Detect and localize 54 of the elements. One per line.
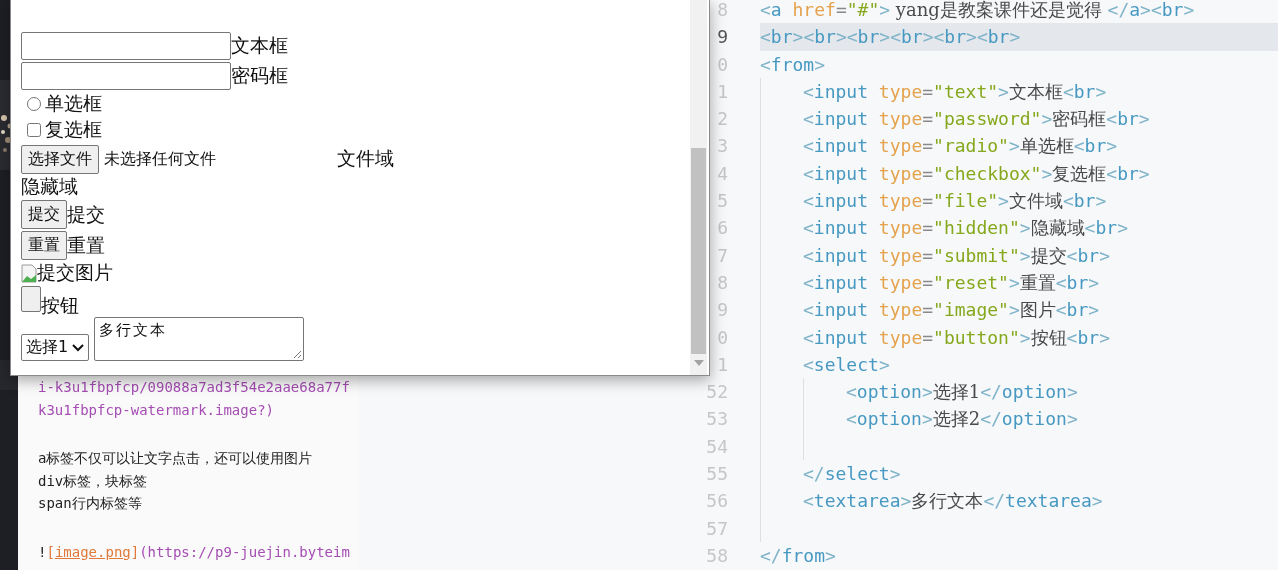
markdown-line: i-k3u1fbpfcp/09088a7ad3f54e2aae68a77f (38, 378, 350, 397)
form-button[interactable]: 提交 (21, 200, 67, 229)
code-line: <input type="file">文件域<br> (803, 190, 1107, 212)
field-label: 单选框 (45, 91, 102, 116)
text-field[interactable] (21, 32, 231, 60)
markdown-line: div标签，块标签 (38, 471, 148, 491)
choose-file-button[interactable]: 选择文件 (21, 144, 99, 174)
field-label: 图片 (75, 260, 113, 285)
form-button[interactable]: 重置 (21, 231, 67, 260)
code-line: <input type="hidden">隐藏域<br> (803, 217, 1128, 239)
markdown-line: span行内标签等 (38, 494, 142, 513)
field-label: 文本框 (231, 33, 288, 58)
code-line: <input type="button">按钮<br> (803, 326, 1110, 348)
field-label: 密码框 (231, 63, 288, 88)
line-number: 9 (717, 26, 728, 48)
broken-image-icon (21, 263, 37, 283)
code-line: <textarea>多行文本</textarea> (803, 490, 1103, 512)
markdown-line: k3u1fbpfcp-watermark.image?) (38, 400, 274, 420)
empty-button[interactable] (21, 286, 41, 312)
field-label: 重置 (67, 232, 105, 258)
code-line: </select> (803, 463, 901, 485)
code-line: <br><br><br><br><br><br> (760, 26, 1021, 48)
code-line: <from> (760, 53, 826, 75)
markdown-line: ![image.png](https://p9-juejin.byteim (38, 542, 350, 562)
resize-grip-icon (293, 350, 303, 359)
checkbox[interactable] (27, 123, 41, 137)
scroll-down-arrow-icon[interactable] (693, 360, 704, 366)
select-dropdown[interactable]: 选择1 (21, 334, 90, 361)
chevron-down-icon (72, 343, 85, 352)
code-line: <input type="checkbox">复选框<br> (803, 162, 1150, 184)
text-area[interactable]: 多行文本 (94, 317, 305, 361)
code-line: <input type="reset">重置<br> (803, 271, 1100, 293)
code-line: <option>选择2</option> (846, 408, 1078, 430)
image-button[interactable]: 提交 (37, 260, 75, 286)
code-line: </from> (760, 544, 836, 566)
field-label: 隐藏域 (21, 174, 78, 199)
code-line: <input type="image">图片<br> (803, 299, 1100, 321)
code-line: <option>选择1</option> (846, 381, 1078, 403)
code-line: <select> (803, 353, 890, 375)
field-label: 按钮 (41, 293, 79, 317)
markdown-line: a标签不仅可以让文字点击，还可以使用图片 (38, 449, 313, 468)
field-label: 提交 (67, 201, 105, 227)
scrollbar[interactable] (690, 0, 707, 375)
code-line: <input type="password">密码框<br> (803, 108, 1150, 130)
field-label: 复选框 (45, 117, 102, 142)
scrollbar-thumb[interactable] (691, 148, 706, 354)
field-label: 文件域 (337, 146, 394, 171)
radio-button[interactable] (27, 97, 41, 111)
file-status: 未选择任何文件 (104, 148, 216, 170)
code-line: <input type="submit">提交<br> (803, 244, 1110, 266)
code-line: <input type="radio">单选框<br> (803, 135, 1118, 157)
code-line: <a href="#"> yang是教案课件还是觉得 </a><br> (760, 0, 1195, 20)
code-line: <input type="text">文本框<br> (803, 80, 1107, 102)
password-field[interactable] (21, 62, 231, 90)
